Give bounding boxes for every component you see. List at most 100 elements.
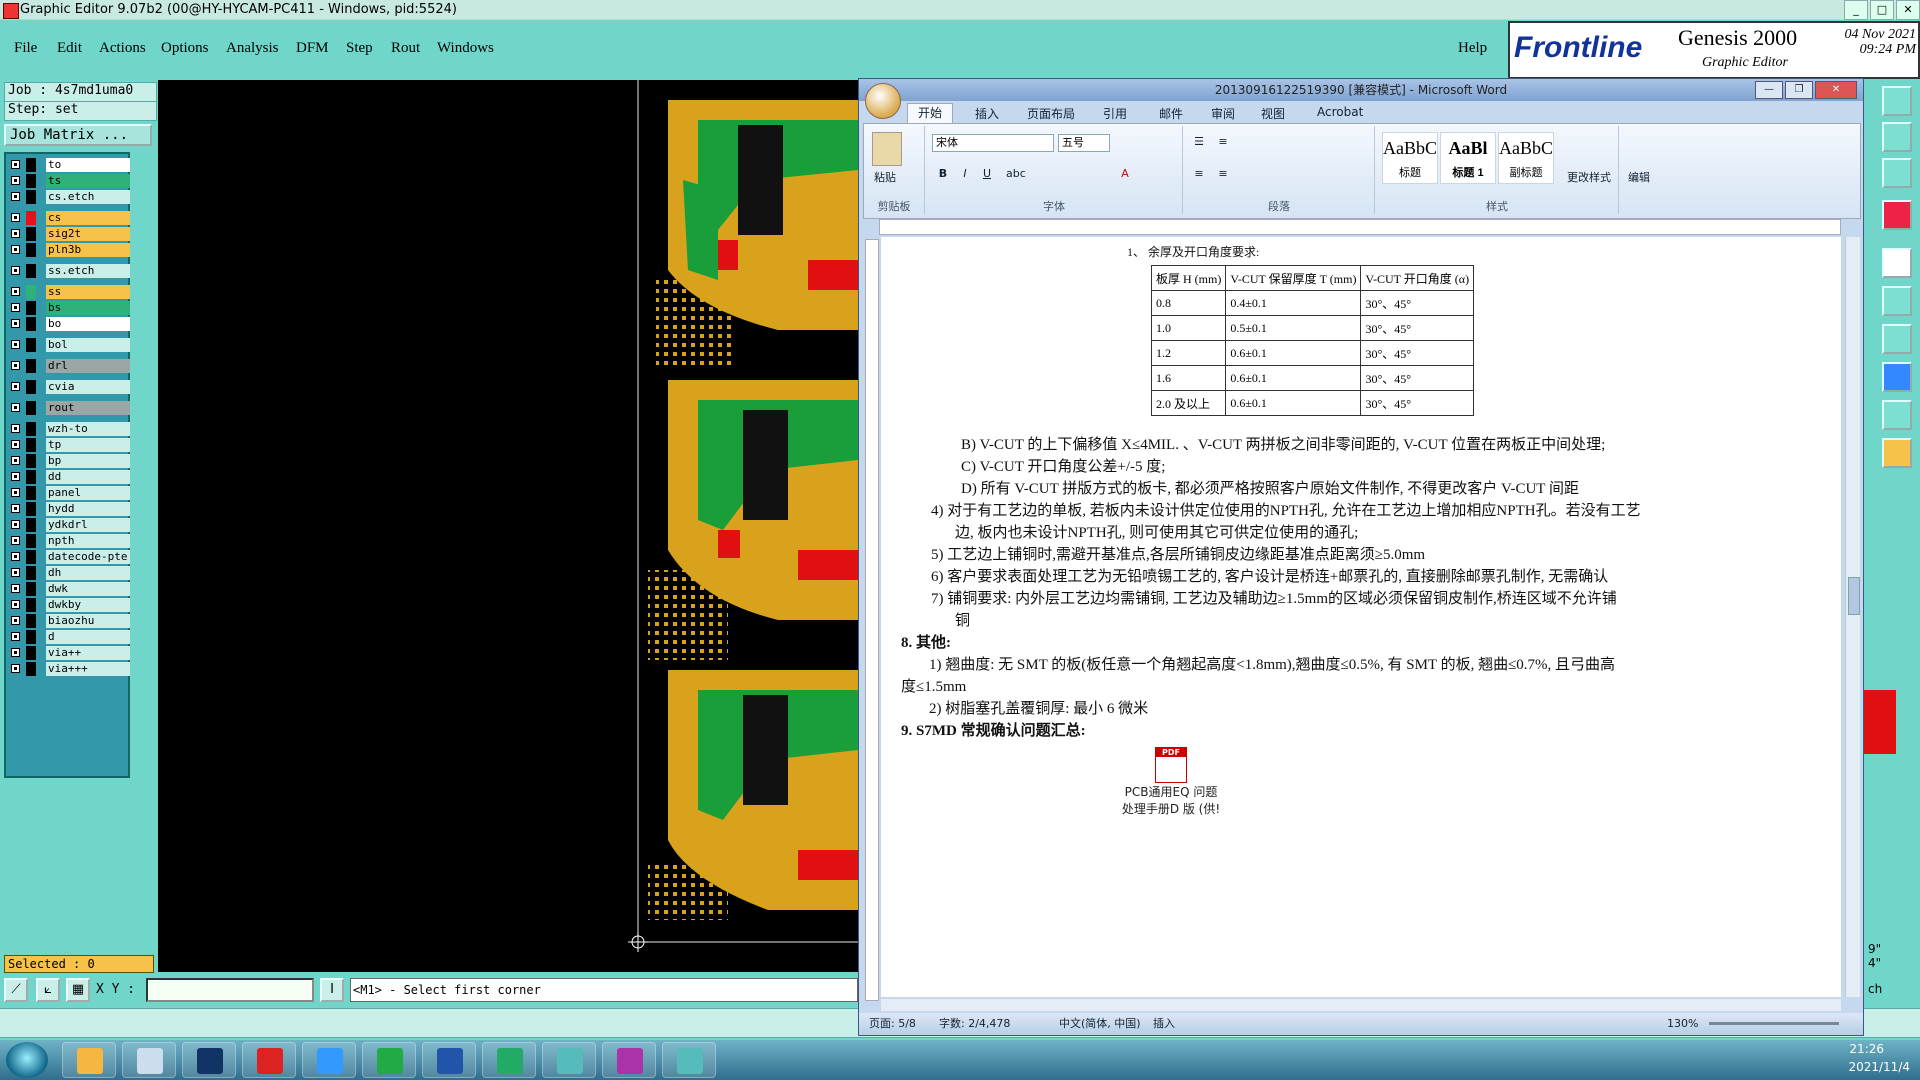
layer-color-swatch[interactable] [26, 285, 36, 299]
layer-checkbox[interactable] [11, 664, 20, 673]
zoom-slider[interactable] [1709, 1022, 1839, 1025]
layer-checkbox[interactable] [11, 568, 20, 577]
status-language[interactable]: 中文(简体, 中国) [1059, 1013, 1141, 1035]
layer-name[interactable]: dh [46, 566, 130, 580]
style-title[interactable]: AaBbC 标题 [1382, 132, 1438, 184]
layer-row[interactable]: npth [8, 534, 130, 548]
flip-tool-icon[interactable] [1882, 324, 1912, 354]
layer-row[interactable]: biaozhu [8, 614, 130, 628]
maximize-button[interactable]: □ [1870, 0, 1894, 20]
layer-checkbox[interactable] [11, 600, 20, 609]
layer-color-swatch[interactable] [26, 582, 36, 596]
layer-row[interactable]: ss.etch [8, 264, 130, 278]
pin-tool-icon[interactable] [1882, 200, 1912, 230]
close-button[interactable]: ✕ [1896, 0, 1920, 20]
route-tool-icon[interactable] [1882, 438, 1912, 468]
taskbar-app-eye2[interactable] [662, 1042, 716, 1078]
layer-color-swatch[interactable] [26, 301, 36, 315]
clock-time[interactable]: 21:26 [1849, 1042, 1884, 1056]
layer-color-swatch[interactable] [26, 470, 36, 484]
layers-tool-icon[interactable] [1882, 122, 1912, 152]
help-tool-icon[interactable] [1882, 158, 1912, 188]
menu-dfm[interactable]: DFM [296, 40, 329, 57]
layer-color-swatch[interactable] [26, 646, 36, 660]
layer-row[interactable]: rout [8, 401, 130, 415]
word-minimize-button[interactable]: — [1755, 81, 1783, 99]
tab-insert[interactable]: 插入 [975, 105, 999, 122]
layer-checkbox[interactable] [11, 424, 20, 433]
underline-icon[interactable]: U [978, 166, 996, 182]
menu-edit[interactable]: Edit [57, 40, 82, 57]
layer-color-swatch[interactable] [26, 518, 36, 532]
layer-checkbox[interactable] [11, 340, 20, 349]
layer-color-swatch[interactable] [26, 534, 36, 548]
layer-checkbox[interactable] [11, 303, 20, 312]
layer-checkbox[interactable] [11, 616, 20, 625]
layer-name[interactable]: panel [46, 486, 130, 500]
layer-name[interactable]: datecode-pte [46, 550, 130, 564]
layer-row[interactable]: to [8, 158, 130, 172]
layer-name[interactable]: cs [46, 211, 130, 225]
status-words[interactable]: 字数: 2/4,478 [939, 1013, 1010, 1035]
layer-row[interactable]: datecode-pte [8, 550, 130, 564]
change-styles-button[interactable]: 更改样式 [1564, 170, 1614, 186]
edit-button[interactable]: 编辑 [1624, 170, 1654, 186]
layer-checkbox[interactable] [11, 440, 20, 449]
layer-checkbox[interactable] [11, 520, 20, 529]
layer-name[interactable]: ts [46, 174, 130, 188]
layer-row[interactable]: wzh-to [8, 422, 130, 436]
layer-checkbox[interactable] [11, 552, 20, 561]
layer-name[interactable]: d [46, 630, 130, 644]
taskbar-app-g[interactable] [242, 1042, 296, 1078]
font-name-combo[interactable]: 宋体 [932, 134, 1054, 152]
start-button[interactable] [6, 1042, 48, 1078]
layer-row[interactable]: via+++ [8, 662, 130, 676]
layer-row[interactable]: dwkby [8, 598, 130, 612]
view-tool-icon[interactable] [1882, 86, 1912, 116]
layer-color-swatch[interactable] [26, 454, 36, 468]
layer-name[interactable]: hydd [46, 502, 130, 516]
paste-button[interactable]: 粘贴 [870, 170, 900, 186]
grid-tool-icon[interactable]: ▦ [66, 978, 90, 1002]
layer-row[interactable]: bp [8, 454, 130, 468]
layer-color-swatch[interactable] [26, 174, 36, 188]
layer-color-swatch[interactable] [26, 190, 36, 204]
layer-checkbox[interactable] [11, 319, 20, 328]
measure-tool-icon[interactable]: ⟀ [36, 978, 60, 1002]
layer-checkbox[interactable] [11, 160, 20, 169]
status-page[interactable]: 页面: 5/8 [869, 1013, 916, 1035]
font-color-icon[interactable]: A [1116, 166, 1134, 182]
word-restore-button[interactable]: ❐ [1785, 81, 1813, 99]
layer-row[interactable]: bo [8, 317, 130, 331]
layer-row[interactable]: bol [8, 338, 130, 352]
layer-color-swatch[interactable] [26, 264, 36, 278]
layer-name[interactable]: bs [46, 301, 130, 315]
layer-checkbox[interactable] [11, 382, 20, 391]
layer-row[interactable]: ts [8, 174, 130, 188]
layer-name[interactable]: bol [46, 338, 130, 352]
menu-help[interactable]: Help [1458, 40, 1487, 57]
layer-color-swatch[interactable] [26, 401, 36, 415]
status-mode[interactable]: 插入 [1153, 1013, 1175, 1035]
layer-checkbox[interactable] [11, 584, 20, 593]
layer-checkbox[interactable] [11, 176, 20, 185]
layer-color-swatch[interactable] [26, 630, 36, 644]
layer-name[interactable]: ss [46, 285, 130, 299]
layer-row[interactable]: sig2t [8, 227, 130, 241]
taskbar-app-excel[interactable] [482, 1042, 536, 1078]
taskbar-app-save[interactable] [182, 1042, 236, 1078]
layer-checkbox[interactable] [11, 456, 20, 465]
layer-color-swatch[interactable] [26, 243, 36, 257]
layer-color-swatch[interactable] [26, 227, 36, 241]
tab-view[interactable]: 视图 [1261, 105, 1285, 122]
layer-checkbox[interactable] [11, 472, 20, 481]
bullets-icon[interactable]: ☰ [1190, 134, 1208, 150]
layer-color-swatch[interactable] [26, 380, 36, 394]
record-tool-icon[interactable] [1882, 248, 1912, 278]
layer-color-swatch[interactable] [26, 486, 36, 500]
layer-name[interactable]: drl [46, 359, 130, 373]
menu-options[interactable]: Options [161, 40, 209, 57]
minimize-button[interactable]: _ [1844, 0, 1868, 20]
layer-checkbox[interactable] [11, 245, 20, 254]
layer-name[interactable]: tp [46, 438, 130, 452]
